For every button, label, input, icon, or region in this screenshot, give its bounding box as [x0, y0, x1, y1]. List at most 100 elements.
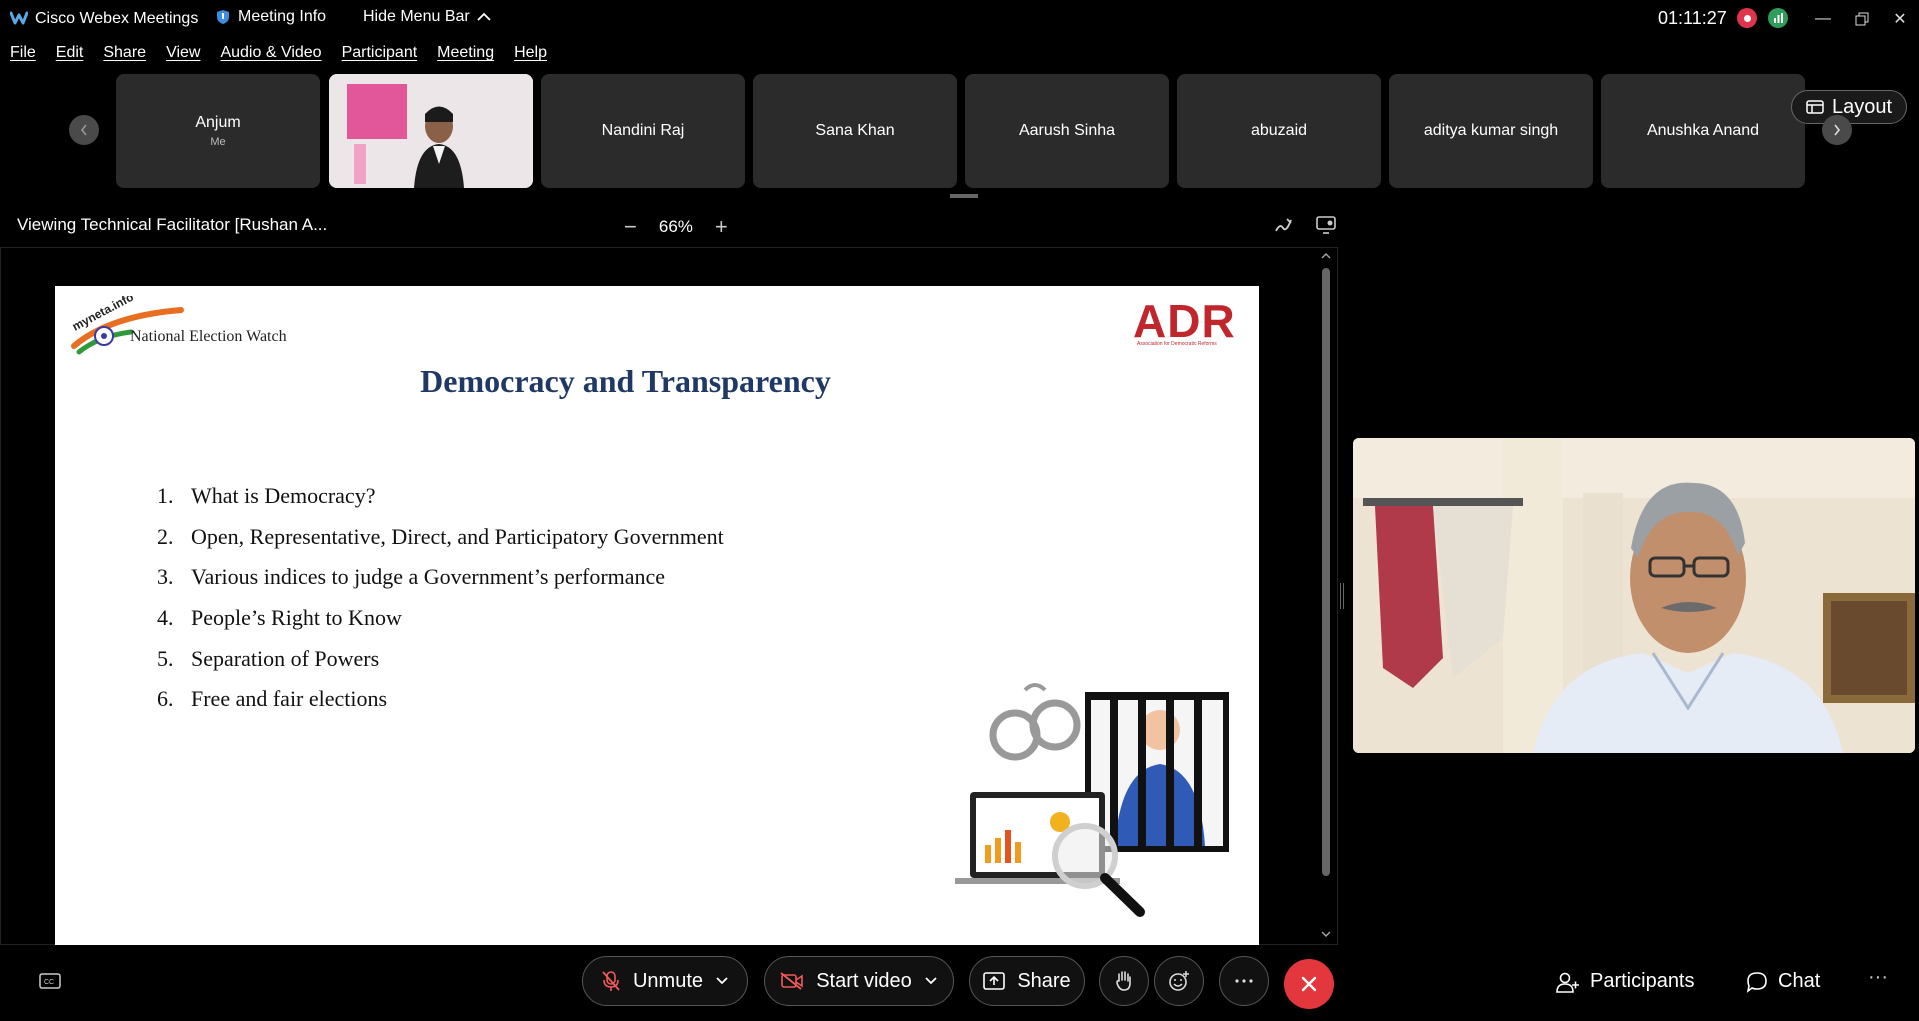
participant-name: Anushka Anand: [1646, 122, 1760, 139]
slide-title: Democracy and Transparency: [420, 363, 831, 399]
restore-icon[interactable]: [1847, 6, 1877, 32]
menu-view[interactable]: View: [166, 44, 200, 68]
network-health-icon[interactable]: [1768, 8, 1788, 28]
unmute-button[interactable]: Unmute: [582, 956, 748, 1006]
participant-video-feed: [329, 74, 533, 188]
menu-participant[interactable]: Participant: [342, 44, 418, 68]
menu-audio-video[interactable]: Audio & Video: [220, 44, 321, 68]
svg-text:CC: CC: [44, 979, 54, 986]
scrollbar-thumb[interactable]: [1322, 268, 1330, 876]
list-item-text: What is Democracy?: [191, 483, 376, 508]
menu-bar: File Edit Share View Audio & Video Parti…: [0, 44, 557, 68]
list-item: 3. Various indices to judge a Government’…: [157, 564, 724, 605]
menu-file[interactable]: File: [10, 44, 36, 68]
participant-tile[interactable]: Aarush Sinha: [965, 74, 1169, 188]
hide-menu-bar-button[interactable]: Hide Menu Bar: [363, 8, 492, 26]
chevron-left-icon: [80, 124, 87, 136]
zoom-in-button[interactable]: +: [715, 214, 728, 240]
chat-panel-button[interactable]: Chat: [1746, 970, 1820, 993]
raise-hand-icon: [1116, 971, 1131, 991]
participant-tile[interactable]: aditya kumar singh: [1389, 74, 1593, 188]
share-view-options-icon[interactable]: [1315, 214, 1337, 236]
strip-resize-handle[interactable]: [950, 194, 978, 198]
list-item: 1. What is Democracy?: [157, 483, 724, 524]
participant-tile[interactable]: Sana Khan: [753, 74, 957, 188]
closed-captions-button[interactable]: CC: [25, 956, 75, 1006]
zoom-out-button[interactable]: −: [624, 214, 637, 240]
list-item-text: Various indices to judge a Government’s …: [191, 564, 666, 590]
participants-panel-button[interactable]: Participants: [1556, 970, 1695, 993]
viewing-label: Viewing Technical Facilitator [Rushan A.…: [17, 215, 328, 234]
microphone-muted-icon: [602, 971, 620, 991]
participant-tile[interactable]: Anjum Me: [116, 74, 320, 188]
zoom-controls: − 66% +: [624, 214, 728, 240]
national-election-watch-text: National Election Watch: [130, 328, 287, 345]
chevron-up-icon: [477, 12, 491, 21]
participant-name: aditya kumar singh: [1423, 122, 1559, 139]
slide-bullet-list: 1. What is Democracy? 2. Open, Representat…: [157, 483, 724, 727]
closed-captions-icon: CC: [39, 973, 61, 989]
scroll-up-icon[interactable]: [1321, 252, 1331, 260]
participant-strip: Anjum Me Nandini Raj Sana Khan Aarush Si…: [0, 72, 1919, 192]
participant-name: Aarush Sinha: [1018, 122, 1116, 139]
annotate-icon[interactable]: [1273, 214, 1295, 236]
meeting-info-label: Meeting Info: [238, 8, 327, 25]
participant-self-label: Me: [210, 136, 226, 148]
reactions-button[interactable]: [1154, 956, 1204, 1006]
list-item-text: Separation of Powers: [191, 645, 380, 671]
vertical-scrollbar[interactable]: [1318, 250, 1334, 942]
panel-resize-handle[interactable]: [1340, 583, 1344, 609]
menu-edit[interactable]: Edit: [56, 44, 84, 68]
participant-name: Anjum: [195, 114, 241, 131]
adr-logo: ADR: [1133, 295, 1236, 347]
participant-tile[interactable]: Anushka Anand: [1601, 74, 1805, 188]
menu-help[interactable]: Help: [514, 44, 547, 68]
raise-hand-button[interactable]: [1099, 956, 1149, 1006]
list-item-number: 4.: [157, 605, 174, 631]
chevron-down-icon[interactable]: [924, 976, 938, 986]
list-item-number: 2.: [157, 523, 174, 549]
participant-tile[interactable]: Nandini Raj: [541, 74, 745, 188]
transparency-illustration: [955, 683, 1229, 917]
share-screen-icon: [983, 972, 1006, 990]
meeting-timer: 01:11:27: [1658, 8, 1727, 28]
strip-prev-button[interactable]: [69, 115, 99, 145]
active-speaker-video[interactable]: [1353, 438, 1915, 753]
participant-name: abuzaid: [1250, 122, 1308, 139]
minimize-icon[interactable]: —: [1808, 6, 1838, 32]
chevron-down-icon[interactable]: [715, 976, 729, 986]
panel-more-options-icon[interactable]: ···: [1868, 966, 1888, 989]
menu-meeting[interactable]: Meeting: [437, 44, 494, 68]
share-button[interactable]: Share: [969, 956, 1085, 1006]
list-item-text: Free and fair elections: [191, 686, 388, 712]
list-item: 4. People’s Right to Know: [157, 605, 724, 646]
participant-tile[interactable]: abuzaid: [1177, 74, 1381, 188]
presentation-slide: myneta.info National Election Watch ADR …: [55, 286, 1259, 945]
recording-indicator-icon[interactable]: [1737, 8, 1757, 28]
share-label: Share: [1017, 969, 1071, 992]
list-item: 6. Free and fair elections: [157, 686, 724, 727]
participant-name: Sana Khan: [815, 122, 895, 139]
start-video-button[interactable]: Start video: [764, 956, 954, 1006]
webex-logo-icon: [10, 11, 28, 25]
video-off-icon: [780, 972, 803, 990]
close-icon[interactable]: ✕: [1885, 6, 1915, 32]
more-options-button[interactable]: [1219, 956, 1269, 1006]
scroll-down-icon[interactable]: [1321, 930, 1331, 938]
menu-share[interactable]: Share: [103, 44, 146, 68]
speaker-video-feed: [1353, 438, 1915, 753]
meeting-info-button[interactable]: Meeting Info: [216, 8, 326, 26]
chevron-right-icon: [1834, 124, 1841, 136]
list-item-number: 6.: [157, 686, 174, 712]
share-view-bar: Viewing Technical Facilitator [Rushan A.…: [0, 212, 1340, 240]
zoom-level: 66%: [658, 217, 693, 236]
list-item: 2. Open, Representative, Direct, and Part…: [157, 524, 724, 565]
participant-video-tile[interactable]: [329, 74, 533, 188]
shield-icon: [217, 10, 229, 24]
layout-button[interactable]: Layout: [1791, 90, 1907, 124]
list-item: 5. Separation of Powers: [157, 646, 724, 687]
adr-logo-subtitle: Association for Democratic Reforms: [1137, 341, 1217, 347]
close-icon: [1301, 976, 1317, 992]
strip-next-button[interactable]: [1822, 115, 1852, 145]
leave-meeting-button[interactable]: [1284, 959, 1334, 1009]
